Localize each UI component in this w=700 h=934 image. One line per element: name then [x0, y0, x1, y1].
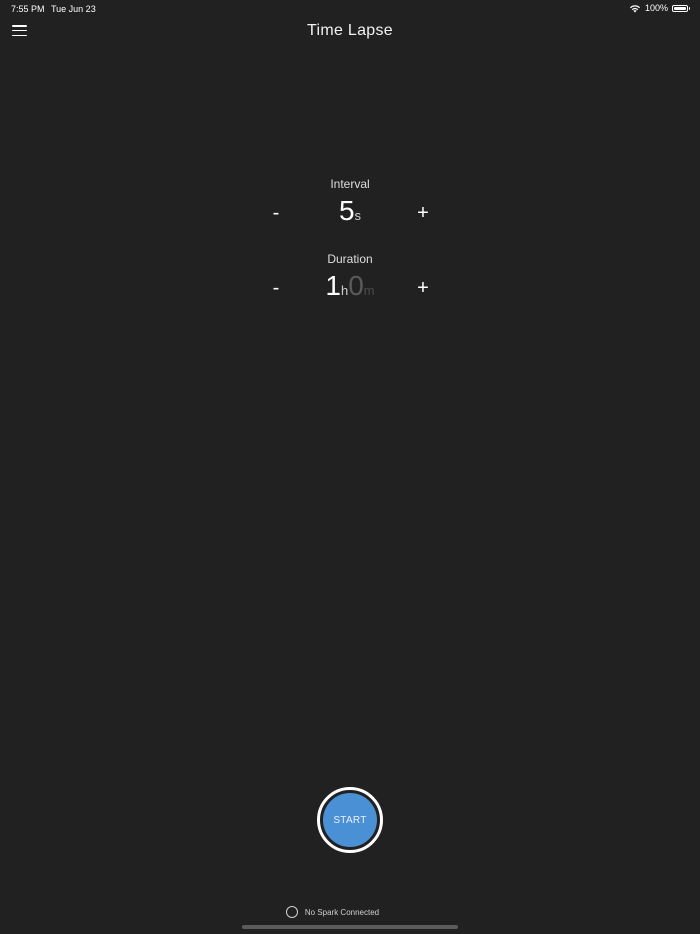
interval-value: 5: [338, 195, 355, 226]
start-button[interactable]: START: [317, 787, 383, 853]
duration-increase-button[interactable]: +: [408, 273, 438, 303]
home-indicator[interactable]: [242, 925, 458, 929]
start-button-label: START: [323, 793, 377, 847]
spark-connection-status[interactable]: No Spark Connected: [0, 906, 700, 918]
wifi-icon: [629, 4, 640, 12]
status-indicators: 100%: [629, 3, 690, 13]
interval-label: Interval: [330, 177, 370, 191]
connection-indicator-icon: [285, 906, 298, 918]
duration-minutes-value: 0: [348, 270, 364, 301]
page-title: Time Lapse: [307, 22, 393, 39]
status-bar: 7:55 PM Tue Jun 23 100%: [0, 0, 700, 18]
interval-increase-button[interactable]: +: [408, 198, 438, 228]
status-time: 7:55 PM: [11, 4, 45, 14]
interval-value-display: 5s: [0, 195, 700, 227]
duration-hours-value: 1: [325, 270, 341, 301]
battery-percent: 100%: [644, 3, 668, 13]
time-lapse-screen: 7:55 PM Tue Jun 23 100% Time Lapse Inter…: [0, 0, 700, 934]
duration-label: Duration: [327, 252, 373, 266]
duration-minutes-unit: m: [363, 283, 375, 298]
battery-icon: [672, 4, 690, 12]
status-date: Tue Jun 23: [51, 4, 96, 14]
interval-unit: s: [354, 208, 362, 223]
duration-value-display: 1h0m: [0, 270, 700, 302]
connection-status-text: No Spark Connected: [304, 907, 380, 917]
